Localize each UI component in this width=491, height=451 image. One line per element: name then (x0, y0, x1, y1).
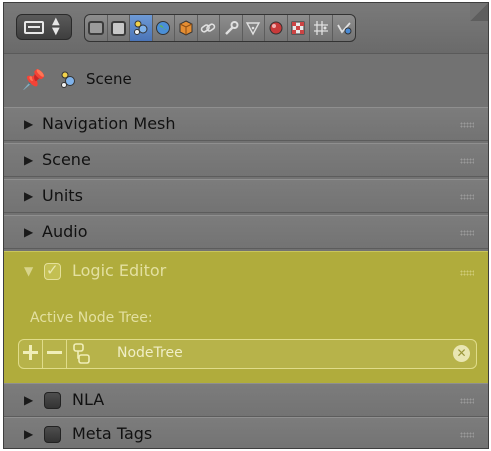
clear-field-icon[interactable]: ✕ (453, 345, 470, 362)
particles-icon (313, 21, 328, 35)
panel-title: Logic Editor (72, 261, 167, 280)
texture-icon (291, 21, 305, 35)
constraints-icon (201, 23, 216, 33)
drag-grip-icon[interactable] (460, 432, 474, 438)
pin-icon[interactable]: 📌 (22, 70, 46, 90)
tab-object[interactable] (175, 15, 198, 41)
drag-grip-icon[interactable] (460, 158, 474, 164)
object-icon (179, 20, 193, 36)
data-icon (246, 22, 261, 36)
tab-physics[interactable] (333, 15, 356, 41)
render-layers-icon (110, 20, 126, 36)
tab-render[interactable] (85, 15, 108, 41)
expand-arrow-icon[interactable]: ▶ (24, 225, 33, 239)
panel-navigation-mesh[interactable]: ▶ Navigation Mesh (4, 107, 488, 141)
expand-arrow-icon[interactable]: ▶ (24, 189, 33, 203)
tab-particles[interactable] (310, 15, 333, 41)
world-icon (156, 21, 171, 35)
node-tree-name[interactable]: NodeTree (117, 345, 183, 361)
plus-icon (23, 345, 38, 360)
tab-material[interactable] (265, 15, 288, 41)
tab-world[interactable] (153, 15, 175, 41)
physics-icon (336, 22, 352, 35)
expand-arrow-icon[interactable]: ▶ (24, 153, 33, 167)
expand-arrow-icon[interactable]: ▶ (24, 393, 33, 407)
panel-scene[interactable]: ▶ Scene (4, 143, 488, 177)
unlink-node-tree-button[interactable] (43, 340, 67, 368)
drag-grip-icon[interactable] (460, 398, 474, 404)
active-node-tree-label: Active Node Tree: (30, 310, 153, 326)
panel-title: Audio (42, 222, 88, 241)
panel-meta-tags[interactable]: ▶ Meta Tags (4, 417, 488, 448)
tab-render-layers[interactable] (108, 15, 130, 41)
new-node-tree-button[interactable] (19, 340, 43, 368)
properties-header: ▲ ▼ (4, 3, 488, 54)
drag-grip-icon[interactable] (460, 194, 474, 200)
panel-units[interactable]: ▶ Units (4, 179, 488, 213)
modifiers-icon (224, 21, 239, 35)
panel-title: Navigation Mesh (42, 114, 176, 133)
drag-grip-icon[interactable] (460, 122, 474, 128)
editor-type-menu[interactable]: ▲ ▼ (16, 14, 72, 40)
context-path: 📌 Scene (4, 54, 488, 106)
drag-grip-icon[interactable] (460, 270, 474, 276)
context-label: Scene (86, 70, 132, 88)
minus-icon (47, 345, 62, 359)
meta-tags-enable-checkbox[interactable] (44, 426, 61, 443)
properties-editor-icon (24, 21, 44, 34)
scene-icon (133, 20, 148, 35)
context-tabs (84, 14, 356, 42)
up-down-arrows-icon: ▲ ▼ (52, 16, 60, 37)
panel-audio[interactable]: ▶ Audio (4, 215, 488, 249)
tab-constraints[interactable] (198, 15, 220, 41)
properties-editor: ▲ ▼ 📌 Scene ▶ Navigation Mesh ▶ Scene ▶ … (3, 2, 489, 449)
tab-modifiers[interactable] (220, 15, 243, 41)
tab-scene[interactable] (130, 15, 153, 41)
node-tree-icon[interactable] (73, 343, 91, 364)
material-icon (269, 21, 283, 35)
active-node-tree-field: NodeTree ✕ (18, 339, 477, 369)
scene-icon (61, 71, 75, 88)
nla-enable-checkbox[interactable] (44, 392, 61, 409)
panel-title: Units (42, 186, 83, 205)
render-icon (87, 21, 104, 35)
tab-texture[interactable] (288, 15, 310, 41)
collapse-arrow-icon[interactable]: ▼ (24, 264, 33, 278)
drag-grip-icon[interactable] (460, 230, 474, 236)
panel-nla[interactable]: ▶ NLA (4, 383, 488, 417)
expand-arrow-icon[interactable]: ▶ (24, 427, 33, 441)
panel-logic-editor: ▼ Logic Editor Active Node Tree: NodeTre… (4, 251, 488, 383)
panel-title: Meta Tags (72, 424, 153, 443)
panel-title: Scene (42, 150, 91, 169)
logic-editor-enable-checkbox[interactable] (44, 261, 61, 280)
tab-data[interactable] (243, 15, 265, 41)
area-corner-handle[interactable] (470, 3, 488, 21)
expand-arrow-icon[interactable]: ▶ (24, 117, 33, 131)
panel-title: NLA (72, 390, 105, 409)
